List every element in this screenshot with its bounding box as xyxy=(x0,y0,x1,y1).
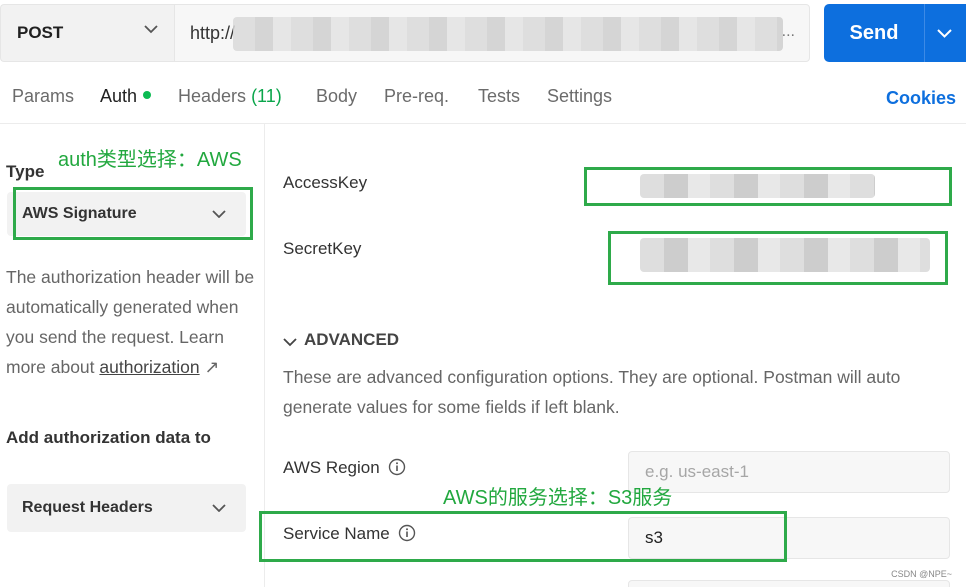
advanced-description: These are advanced configuration options… xyxy=(283,367,901,417)
chevron-down-icon xyxy=(144,25,158,34)
cookies-link[interactable]: Cookies xyxy=(886,88,956,109)
method-select[interactable]: POST xyxy=(0,4,174,62)
aws-region-input[interactable]: e.g. us-east-1 xyxy=(628,451,950,493)
access-key-label: AccessKey xyxy=(283,173,368,192)
info-icon[interactable] xyxy=(388,458,406,476)
tab-body[interactable]: Body xyxy=(316,86,357,107)
secret-key-label: SecretKey xyxy=(283,239,362,258)
next-field-input[interactable] xyxy=(628,580,950,587)
external-link-icon: ↗ xyxy=(204,357,220,377)
url-input[interactable]: http:// ... xyxy=(174,4,810,62)
url-redacted xyxy=(233,17,783,51)
status-dot-icon xyxy=(143,91,152,99)
send-button[interactable]: Send xyxy=(824,4,966,62)
tab-pre-request[interactable]: Pre-req. xyxy=(384,86,449,107)
url-text: http:// xyxy=(190,22,236,43)
chevron-down-icon[interactable] xyxy=(937,28,952,38)
aws-region-text: AWS Region xyxy=(283,458,380,477)
headers-count: (11) xyxy=(251,86,282,106)
chevron-down-icon xyxy=(212,504,226,512)
authorization-link[interactable]: authorization xyxy=(99,357,199,377)
annotation-box-auth-type xyxy=(13,187,253,240)
tab-tests[interactable]: Tests xyxy=(478,86,520,107)
annotation-service: AWS的服务选择：S3服务 xyxy=(443,487,673,509)
aws-region-label: AWS Region xyxy=(283,458,406,478)
aws-region-placeholder: e.g. us-east-1 xyxy=(645,462,749,481)
tab-auth-label: Auth xyxy=(100,86,138,106)
watermark: CSDN @NPE~ xyxy=(891,569,952,579)
auth-type-label: Type xyxy=(6,162,45,181)
auth-description: The authorization header will be automat… xyxy=(6,262,256,382)
tab-auth[interactable]: Auth xyxy=(100,86,152,107)
method-label: POST xyxy=(17,23,64,42)
advanced-toggle[interactable]: ADVANCED xyxy=(283,330,399,350)
divider xyxy=(0,123,966,124)
annotation-box-secret-key xyxy=(608,231,948,285)
add-auth-select[interactable]: Request Headers xyxy=(7,484,246,532)
add-auth-value: Request Headers xyxy=(22,499,153,516)
chevron-down-icon xyxy=(283,337,297,346)
send-label: Send xyxy=(849,21,899,44)
advanced-label: ADVANCED xyxy=(304,330,400,349)
annotation-box-access-key xyxy=(584,167,952,206)
annotation-auth-type: auth类型选择：AWS xyxy=(58,149,242,171)
url-ellipsis: ... xyxy=(781,23,795,40)
tab-params[interactable]: Params xyxy=(12,86,74,107)
tab-settings[interactable]: Settings xyxy=(547,86,612,107)
tab-headers-label: Headers xyxy=(178,86,247,106)
tab-headers[interactable]: Headers (11) xyxy=(178,86,282,107)
send-divider xyxy=(924,4,925,62)
annotation-box-service xyxy=(259,511,787,562)
add-auth-label: Add authorization data to xyxy=(6,428,211,447)
